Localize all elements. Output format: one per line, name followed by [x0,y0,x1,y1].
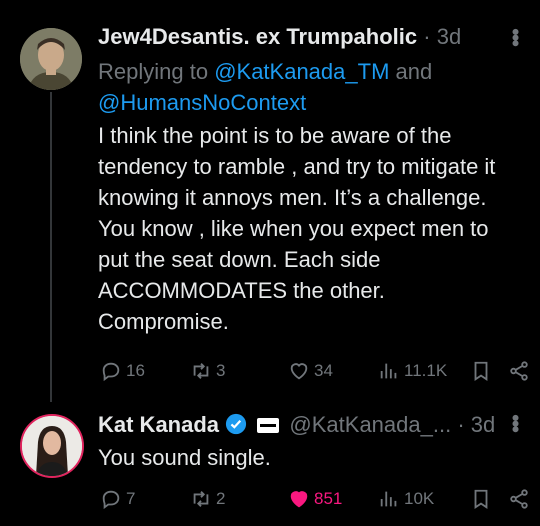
bookmark-icon [474,361,488,381]
retweet-icon [193,491,209,507]
like-button[interactable]: 851 [288,484,342,514]
like-count: 851 [314,489,343,508]
replying-to-label: Replying to [98,59,215,84]
more-icon[interactable]: ••• [502,414,528,431]
handle[interactable]: @KatKanada_... [289,412,451,437]
share-button[interactable] [508,484,530,514]
verified-badge-icon [226,413,247,435]
bookmark-button[interactable] [470,484,492,514]
reply-button[interactable]: 7 [100,484,135,514]
tweet[interactable]: Jew4Desantis. ex Trumpaholic · 3d ••• Re… [0,0,540,400]
share-button[interactable] [508,356,530,386]
display-name[interactable]: Jew4Desantis. ex Trumpaholic [98,24,417,49]
like-count: 34 [314,361,333,380]
display-name[interactable]: Kat Kanada [98,412,219,437]
retweet-button[interactable]: 2 [190,484,225,514]
views-button[interactable]: 11.1K [378,356,447,386]
share-icon [510,361,528,381]
tweet[interactable]: Kat Kanada @KatKanada_... · 3d ••• You s… [0,400,540,526]
timestamp[interactable]: · 3d [423,24,461,49]
replying-to: Replying to @KatKanada_TM and @HumansNoCo… [98,56,518,118]
tweet-text: You sound single. [98,445,271,470]
timestamp[interactable]: · 3d [457,412,495,437]
retweet-icon [193,363,209,379]
more-icon[interactable]: ••• [502,28,528,45]
views-icon [380,491,397,507]
avatar[interactable] [20,28,82,90]
mention-link[interactable]: @HumansNoContext [98,90,306,115]
avatar[interactable] [20,414,84,478]
tweet-header: Kat Kanada @KatKanada_... · 3d [98,412,495,438]
retweet-count: 3 [216,361,226,380]
action-bar: 16 3 34 11.1K [98,356,540,386]
retweet-button[interactable]: 3 [190,356,225,386]
affiliate-badge-icon [257,418,280,433]
bookmark-icon [474,489,488,509]
mention-link[interactable]: @KatKanada_TM [214,59,389,84]
tweet-text: I think the point is to be aware of the … [98,123,496,334]
views-button[interactable]: 10K [378,484,434,514]
reply-icon [102,362,120,382]
share-icon [510,489,528,509]
retweet-count: 2 [216,489,226,508]
tweet-header: Jew4Desantis. ex Trumpaholic · 3d [98,24,461,50]
action-bar: 7 2 851 10K [98,484,540,514]
like-icon [290,363,308,380]
views-icon [380,363,397,379]
reply-icon [102,490,120,510]
view-count: 10K [404,489,435,508]
reply-button[interactable]: 16 [100,356,145,386]
bookmark-button[interactable] [470,356,492,386]
reply-count: 7 [126,489,136,508]
like-icon [290,491,308,508]
like-button[interactable]: 34 [288,356,333,386]
replying-and: and [389,59,433,84]
view-count: 11.1K [404,361,448,380]
reply-count: 16 [126,361,145,380]
